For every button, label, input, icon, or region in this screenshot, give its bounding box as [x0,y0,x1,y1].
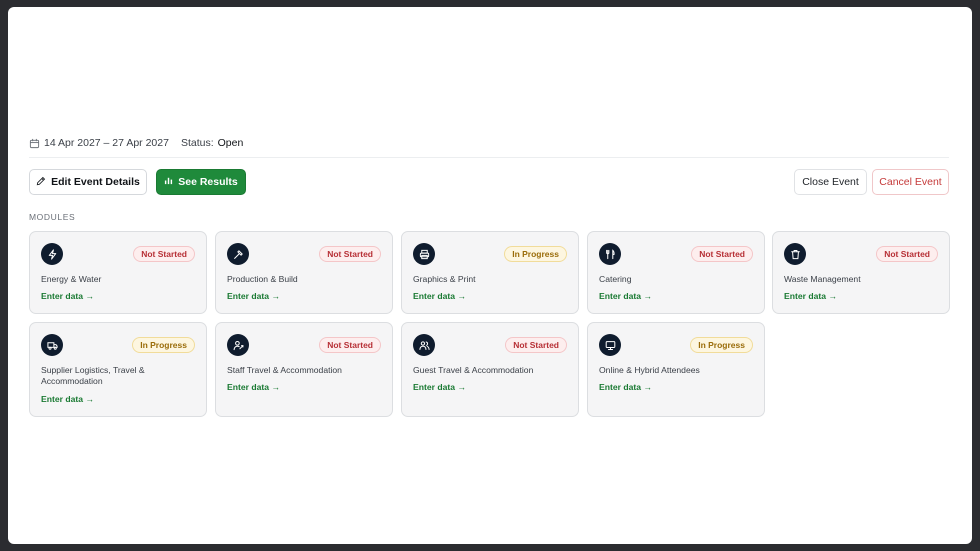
modules-heading: MODULES [29,212,76,222]
module-card-energy-water[interactable]: Not Started Energy & Water Enter data → [29,231,207,314]
see-results-button[interactable]: See Results [156,169,246,195]
enter-data-link[interactable]: Enter data → [41,394,94,404]
status-badge: Not Started [319,337,381,353]
utensils-icon [599,243,621,265]
cancel-event-button[interactable]: Cancel Event [872,169,949,195]
event-date-range: 14 Apr 2027 – 27 Apr 2027 [44,137,169,149]
enter-data-link[interactable]: Enter data → [227,291,280,301]
module-title: Catering [599,274,632,284]
event-meta-row: 14 Apr 2027 – 27 Apr 2027 Status: Open [29,135,949,158]
module-title: Guest Travel & Accommodation [413,365,534,375]
status-badge: In Progress [504,246,567,262]
module-title: Supplier Logistics, Travel & Accommodati… [41,365,145,386]
module-card-catering[interactable]: Not Started Catering Enter data → [587,231,765,314]
close-event-button[interactable]: Close Event [794,169,867,195]
enter-data-link[interactable]: Enter data → [599,291,652,301]
status-badge: Not Started [133,246,195,262]
see-results-label: See Results [178,176,238,188]
status-label: Status: [180,137,214,149]
users-icon [413,334,435,356]
status-badge: Not Started [319,246,381,262]
monitor-icon [599,334,621,356]
lightning-icon [41,243,63,265]
calendar-icon [29,138,40,149]
status-value: Open [217,137,244,149]
enter-data-link[interactable]: Enter data → [599,382,652,392]
enter-data-link[interactable]: Enter data → [413,291,466,301]
edit-event-label: Edit Event Details [51,176,140,188]
module-card-graphics-print[interactable]: In Progress Graphics & Print Enter data … [401,231,579,314]
status-badge: In Progress [132,337,195,353]
module-title: Staff Travel & Accommodation [227,365,342,375]
status-badge: Not Started [691,246,753,262]
hammer-icon [227,243,249,265]
printer-icon [413,243,435,265]
enter-data-link[interactable]: Enter data → [784,291,837,301]
trash-icon [784,243,806,265]
event-window: 14 Apr 2027 – 27 Apr 2027 Status: Open E… [8,7,972,544]
status-badge: Not Started [505,337,567,353]
module-title: Waste Management [784,274,861,284]
action-bar: Edit Event Details See Results Close Eve… [29,169,949,195]
user-travel-icon [227,334,249,356]
pencil-icon [36,176,46,189]
module-card-staff-travel[interactable]: Not Started Staff Travel & Accommodation… [215,322,393,417]
module-card-guest-travel[interactable]: Not Started Guest Travel & Accommodation… [401,322,579,417]
module-title: Graphics & Print [413,274,476,284]
enter-data-link[interactable]: Enter data → [41,291,94,301]
enter-data-link[interactable]: Enter data → [413,382,466,392]
close-event-label: Close Event [802,176,859,188]
module-title: Production & Build [227,274,298,284]
module-title: Online & Hybrid Attendees [599,365,700,375]
edit-event-button[interactable]: Edit Event Details [29,169,147,195]
module-title: Energy & Water [41,274,102,284]
enter-data-link[interactable]: Enter data → [227,382,280,392]
truck-icon [41,334,63,356]
status-badge: In Progress [690,337,753,353]
bar-chart-icon [164,176,173,188]
module-card-production-build[interactable]: Not Started Production & Build Enter dat… [215,231,393,314]
status-badge: Not Started [876,246,938,262]
module-card-online-hybrid[interactable]: In Progress Online & Hybrid Attendees En… [587,322,765,417]
cancel-event-label: Cancel Event [879,176,942,188]
module-card-supplier-logistics[interactable]: In Progress Supplier Logistics, Travel &… [29,322,207,417]
module-card-waste-management[interactable]: Not Started Waste Management Enter data … [772,231,950,314]
